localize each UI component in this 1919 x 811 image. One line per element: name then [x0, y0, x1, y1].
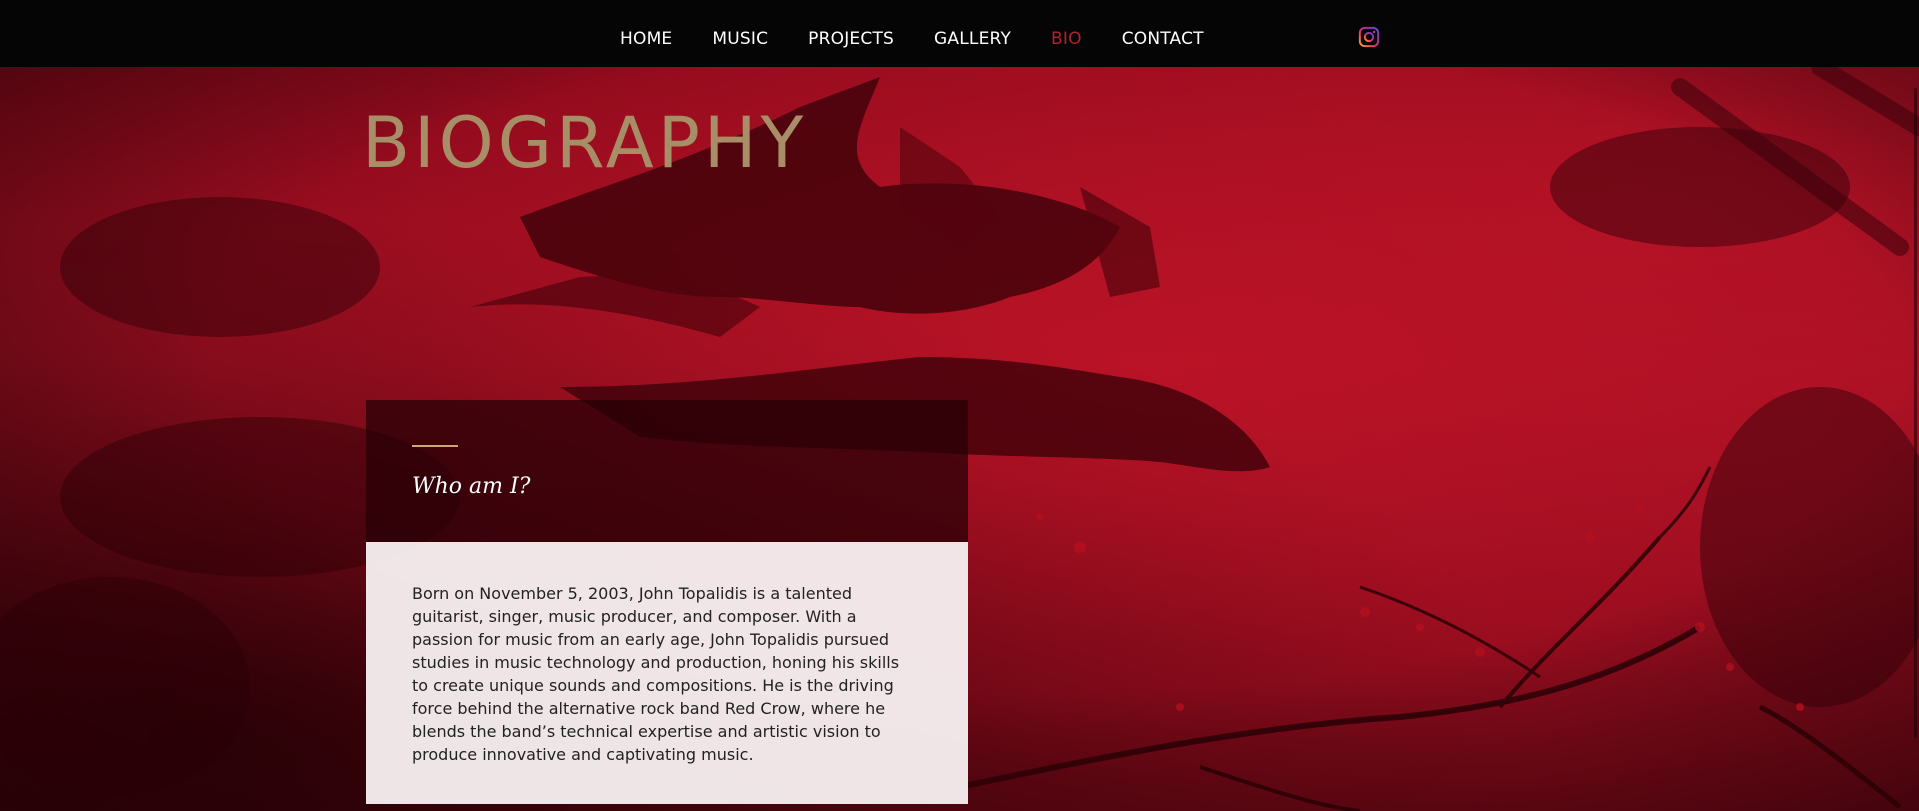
nav-music[interactable]: MUSIC — [712, 28, 768, 50]
page-scrollbar[interactable] — [1914, 88, 1917, 738]
nav-gallery[interactable]: GALLERY — [934, 28, 1011, 50]
instagram-icon[interactable] — [1358, 26, 1380, 48]
nav-bio[interactable]: BIO — [1051, 28, 1082, 50]
accent-divider — [412, 445, 458, 447]
nav-contact[interactable]: CONTACT — [1122, 28, 1204, 50]
page: HOME MUSIC PROJECTS GALLERY BIO CONTACT — [0, 0, 1919, 811]
bio-card-body: Born on November 5, 2003, John Topalidis… — [366, 542, 968, 804]
bio-card-header: Who am I? — [366, 400, 968, 542]
page-title: BIOGRAPHY — [362, 102, 808, 184]
nav-home[interactable]: HOME — [620, 28, 672, 50]
nav-projects[interactable]: PROJECTS — [808, 28, 894, 50]
top-nav-bar: HOME MUSIC PROJECTS GALLERY BIO CONTACT — [0, 0, 1919, 67]
bio-heading: Who am I? — [412, 474, 531, 499]
bio-text: Born on November 5, 2003, John Topalidis… — [412, 584, 900, 764]
main-nav: HOME MUSIC PROJECTS GALLERY BIO CONTACT — [620, 28, 1244, 50]
